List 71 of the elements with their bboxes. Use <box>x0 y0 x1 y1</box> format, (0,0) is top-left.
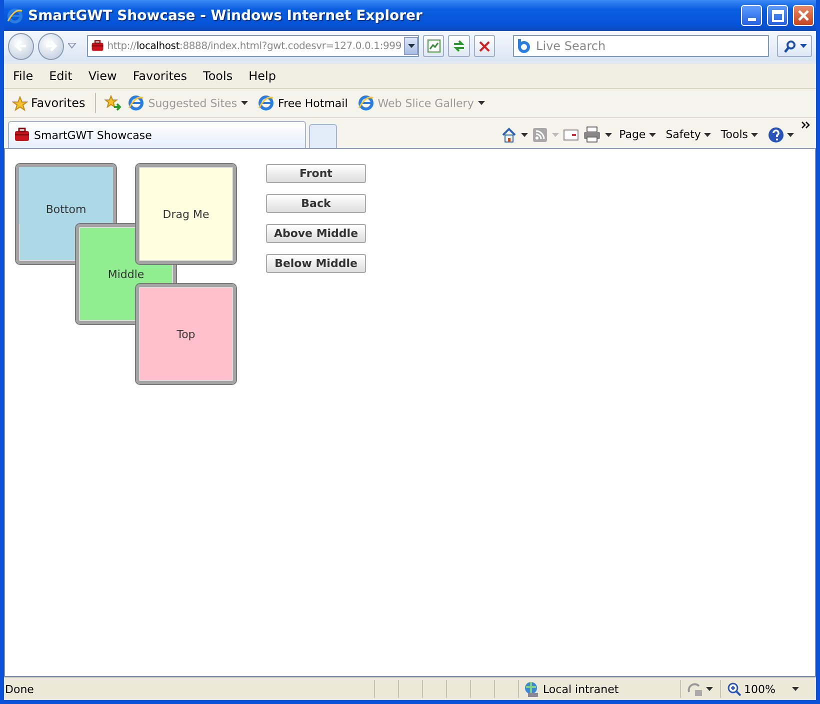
browser-tab[interactable]: SmartGWT Showcase <box>8 121 306 148</box>
caret-icon <box>800 44 807 48</box>
close-icon <box>797 9 810 22</box>
menu-item[interactable]: View <box>80 67 125 85</box>
menu-item[interactable]: Help <box>240 67 284 85</box>
close-button[interactable] <box>793 5 814 26</box>
command-menu[interactable]: Tools <box>718 126 761 143</box>
minimize-button[interactable] <box>741 5 762 26</box>
menu-item[interactable]: File <box>5 67 42 85</box>
minimize-icon <box>748 18 756 21</box>
caret-icon <box>787 132 794 136</box>
refresh-icon <box>452 39 466 53</box>
stop-icon <box>478 40 491 52</box>
search-button[interactable] <box>777 35 812 57</box>
url-text: http://localhost:8888/index.html?gwt.codesvr=127.0.0.1:999 <box>107 40 402 52</box>
maximize-button[interactable] <box>767 5 788 26</box>
printer-icon[interactable] <box>583 126 602 143</box>
search-provider-icon <box>517 39 530 53</box>
draggable-square[interactable]: Top <box>136 284 236 384</box>
back-arrow-icon <box>14 39 28 53</box>
search-icon <box>782 40 796 52</box>
caret-icon[interactable] <box>521 132 528 136</box>
add-favorite-icon[interactable] <box>104 95 122 111</box>
briefcase-icon <box>91 38 104 54</box>
address-dropdown-button[interactable] <box>404 37 418 55</box>
caret-icon <box>408 44 415 48</box>
favorites-button[interactable]: Favorites <box>10 94 88 112</box>
zoom-button[interactable]: 100% <box>721 680 801 698</box>
maximize-icon <box>772 10 784 22</box>
network-globe-icon <box>523 681 539 697</box>
caret-icon[interactable] <box>605 132 612 136</box>
browser-logo-icon <box>258 95 274 111</box>
command-menu[interactable]: Safety <box>662 126 714 143</box>
search-field[interactable]: Live Search <box>513 35 770 57</box>
action-button[interactable]: Above Middle <box>266 224 366 243</box>
caret-icon <box>751 132 758 136</box>
window-title: SmartGWT Showcase - Windows Internet Explorer <box>28 8 424 24</box>
compatibility-button[interactable] <box>422 35 444 57</box>
menu-item[interactable]: Edit <box>41 67 80 85</box>
browser-logo-icon <box>358 95 374 111</box>
favorites-bar-item[interactable]: Free Hotmail <box>255 93 351 113</box>
forward-button[interactable] <box>38 32 64 60</box>
mail-icon[interactable] <box>563 126 580 142</box>
action-button[interactable]: Back <box>266 194 366 213</box>
briefcase-icon <box>14 127 30 143</box>
status-text: Done <box>5 682 34 696</box>
caret-icon <box>648 132 656 136</box>
menu-item[interactable]: Tools <box>195 67 241 85</box>
back-button[interactable] <box>8 32 34 60</box>
help-icon <box>768 126 784 142</box>
caret-icon <box>704 132 711 136</box>
star-icon <box>12 96 28 110</box>
action-button[interactable]: Below Middle <box>266 254 366 273</box>
menu-item[interactable]: Favorites <box>124 67 196 85</box>
home-icon[interactable] <box>501 126 518 142</box>
browser-logo-icon <box>7 8 23 24</box>
command-menu[interactable]: Page <box>616 126 659 143</box>
address-field[interactable]: http://localhost:8888/index.html?gwt.codesvr=127.0.0.1:999 <box>87 35 419 57</box>
security-zone: Local intranet <box>543 682 619 696</box>
caret-icon <box>792 687 799 691</box>
draggable-square[interactable]: Bottom <box>19 167 113 224</box>
refresh-button[interactable] <box>448 35 470 57</box>
forward-arrow-icon <box>44 39 58 53</box>
chevron-icon[interactable] <box>801 121 810 129</box>
page-chart-icon <box>426 39 441 53</box>
zoom-icon <box>727 682 741 696</box>
draggable-square[interactable]: Drag Me <box>136 164 236 264</box>
stop-button[interactable] <box>474 35 496 57</box>
browser-logo-icon <box>128 95 144 111</box>
caret-icon[interactable] <box>706 687 713 691</box>
action-button[interactable]: Front <box>266 164 366 183</box>
